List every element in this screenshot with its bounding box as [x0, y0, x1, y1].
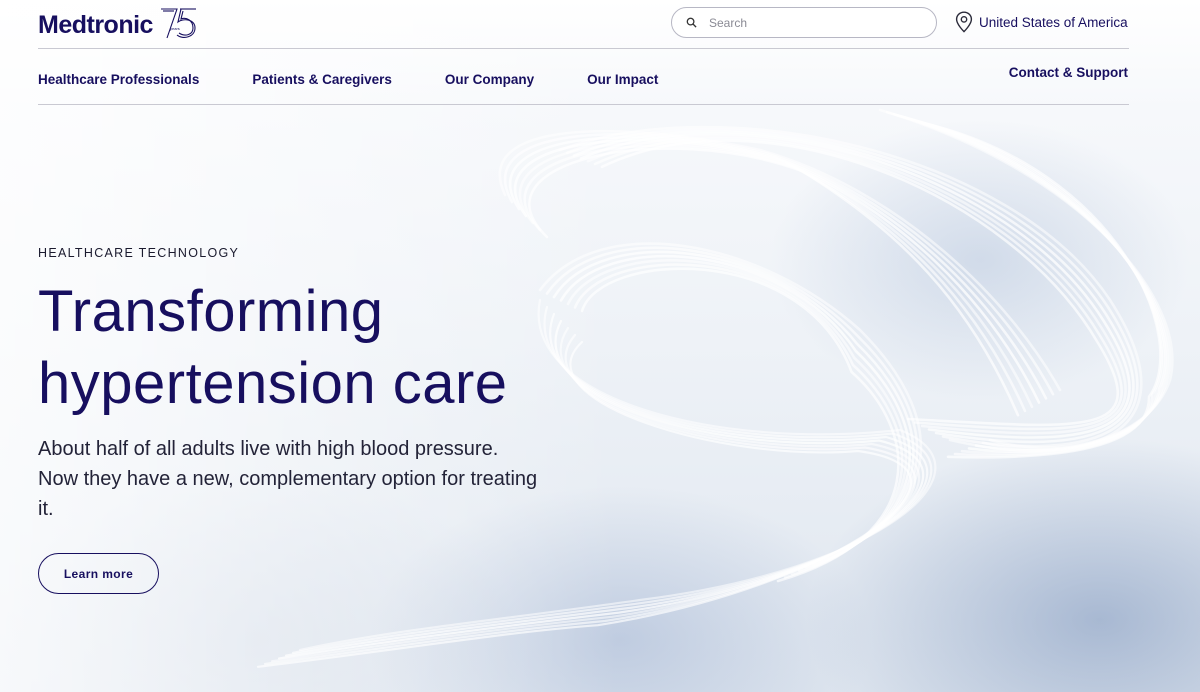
- hero-headline-line-1: Transforming: [38, 279, 384, 344]
- light-ribbon-strand: [566, 259, 908, 576]
- nav-item-patients-caregivers[interactable]: Patients & Caregivers: [252, 72, 392, 87]
- nav-divider: [38, 104, 1129, 105]
- contact-support-link[interactable]: Contact & Support: [1009, 65, 1128, 80]
- nav-item-our-impact[interactable]: Our Impact: [587, 72, 658, 87]
- light-ribbon-strand: [545, 246, 919, 565]
- logo-wordmark: Medtronic: [38, 11, 153, 39]
- hero-headline-line-2: hypertension care: [38, 351, 508, 416]
- hero-section: HEALTHCARE TECHNOLOGY Transforming hyper…: [38, 246, 598, 594]
- hero-eyebrow: HEALTHCARE TECHNOLOGY: [38, 246, 240, 260]
- anniversary-unit-text: years: [170, 26, 180, 31]
- search-field[interactable]: [671, 7, 937, 38]
- main-navigation: Healthcare Professionals Patients & Care…: [38, 72, 711, 87]
- light-ribbon-strand: [899, 115, 1167, 454]
- region-label: United States of America: [979, 14, 1128, 30]
- nav-item-our-company[interactable]: Our Company: [445, 72, 534, 87]
- nav-item-healthcare-professionals[interactable]: Healthcare Professionals: [38, 72, 199, 87]
- search-icon: [686, 17, 697, 28]
- hero-headline: Transforming hypertension care: [38, 276, 598, 420]
- light-ribbon-strand: [552, 250, 915, 569]
- location-pin-icon: [955, 11, 973, 33]
- medtronic-logo[interactable]: Medtronic years: [38, 6, 201, 40]
- light-ribbon-strand: [559, 254, 911, 572]
- light-ribbon-strand: [565, 128, 1139, 448]
- header-divider: [38, 48, 1129, 49]
- region-selector[interactable]: United States of America: [955, 11, 1128, 33]
- hero-body-text: About half of all adults live with high …: [38, 438, 538, 520]
- site-header: Medtronic years United States of America: [0, 0, 1200, 105]
- search-input[interactable]: [709, 15, 929, 30]
- learn-more-button[interactable]: Learn more: [38, 553, 159, 594]
- light-ribbon-strand: [558, 125, 1143, 452]
- anniversary-75-logo: years: [160, 8, 196, 39]
- light-ribbon-strand: [573, 263, 904, 579]
- light-ribbon-strand: [580, 267, 900, 583]
